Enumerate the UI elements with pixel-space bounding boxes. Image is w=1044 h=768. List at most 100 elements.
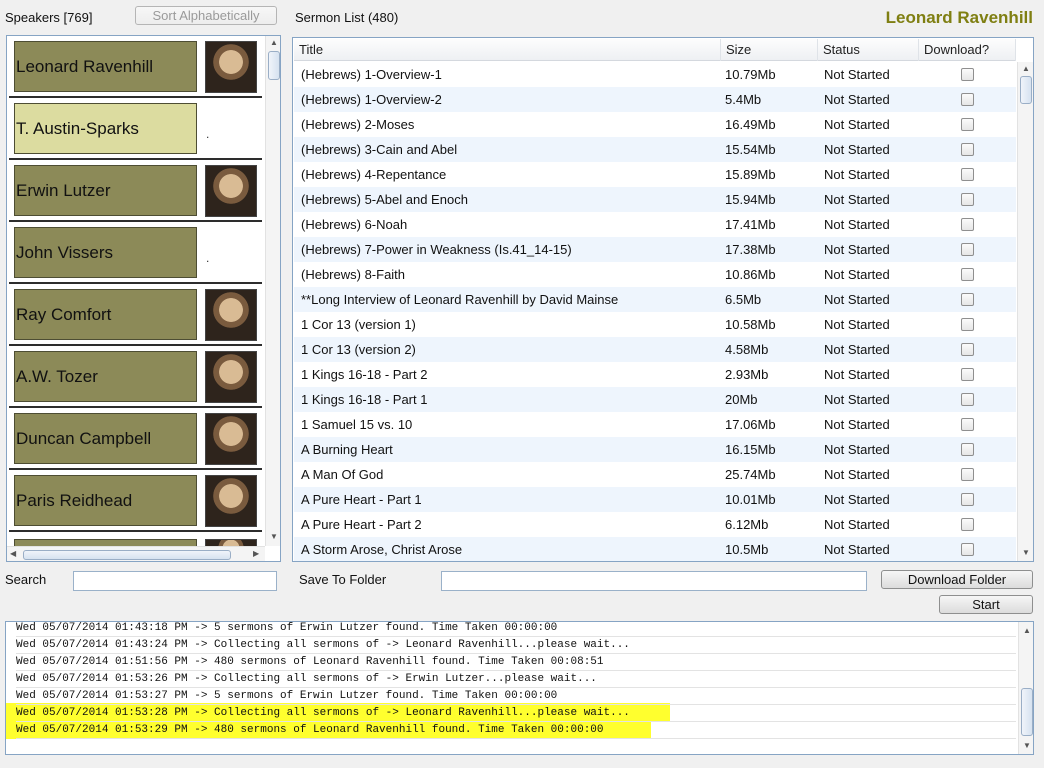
speaker-name: A.W. Tozer [14,351,197,402]
sort-alphabetically-button[interactable]: Sort Alphabetically [135,6,277,25]
scroll-left-arrow-icon[interactable]: ◀ [10,549,16,558]
download-checkbox[interactable] [961,143,974,156]
download-checkbox[interactable] [961,318,974,331]
sermon-size-cell: 10.58Mb [725,317,776,332]
table-row[interactable]: (Hebrews) 4-Repentance 15.89Mb Not Started [294,162,1016,187]
sermon-size-cell: 17.06Mb [725,417,776,432]
sermon-title-cell: A Man Of God [301,467,384,482]
table-row[interactable]: **Long Interview of Leonard Ravenhill by… [294,287,1016,312]
download-folder-button[interactable]: Download Folder [881,570,1033,589]
download-checkbox[interactable] [961,168,974,181]
log-scroll-down-arrow-icon[interactable]: ▼ [1020,741,1033,750]
download-checkbox[interactable] [961,218,974,231]
download-checkbox[interactable] [961,518,974,531]
table-row[interactable]: A Storm Arose, Christ Arose 10.5Mb Not Sta… [294,537,1016,561]
table-header: Title Size Status Download? [294,39,1016,61]
table-row[interactable]: (Hebrews) 3-Cain and Abel 15.54Mb Not Star… [294,137,1016,162]
download-checkbox[interactable] [961,393,974,406]
speaker-name: Leonard Ravenhill [14,41,197,92]
download-checkbox[interactable] [961,243,974,256]
scroll-right-arrow-icon[interactable]: ▶ [253,549,259,558]
download-checkbox[interactable] [961,293,974,306]
sermon-size-cell: 20Mb [725,392,758,407]
speaker-photo [205,289,257,341]
speakers-horizontal-scrollbar[interactable]: ◀ ▶ [7,546,265,561]
table-row[interactable]: (Hebrews) 1-Overview-2 5.4Mb Not Started [294,87,1016,112]
speaker-item[interactable]: John Vissers. [9,222,262,284]
table-row[interactable]: (Hebrews) 7-Power in Weakness (Is.41_14-… [294,237,1016,262]
sermon-size-cell: 17.41Mb [725,217,776,232]
table-row[interactable]: A Pure Heart - Part 2 6.12Mb Not Started [294,512,1016,537]
log-line: Wed 05/07/2014 01:43:24 PM -> Collecting… [16,637,1016,654]
sermon-size-cell: 16.15Mb [725,442,776,457]
column-header-download[interactable]: Download? [919,39,1016,61]
table-row[interactable]: (Hebrews) 5-Abel and Enoch 15.94Mb Not Sta… [294,187,1016,212]
download-checkbox[interactable] [961,193,974,206]
sermon-status-cell: Not Started [824,542,890,557]
sermon-size-cell: 2.93Mb [725,367,769,382]
download-checkbox[interactable] [961,368,974,381]
table-scroll-up-arrow-icon[interactable]: ▲ [1019,64,1033,73]
download-checkbox[interactable] [961,68,974,81]
column-header-title[interactable]: Title [294,39,721,61]
log-vertical-scrollbar[interactable]: ▲ ▼ [1018,622,1033,754]
sermon-title-cell: (Hebrews) 7-Power in Weakness (Is.41_14-… [301,242,572,257]
column-header-status[interactable]: Status [818,39,919,61]
table-row[interactable]: 1 Kings 16-18 - Part 2 2.93Mb Not Started [294,362,1016,387]
speaker-item[interactable]: Paris Reidhead [9,470,262,532]
speaker-item[interactable]: Ray Comfort [9,284,262,346]
sermon-title-cell: 1 Kings 16-18 - Part 2 [301,367,428,382]
sermon-size-cell: 15.89Mb [725,167,776,182]
search-input[interactable] [73,571,277,591]
start-button[interactable]: Start [939,595,1033,614]
speaker-item[interactable]: A.W. Tozer [9,346,262,408]
speaker-item[interactable]: T. Austin-Sparks. [9,98,262,160]
sermon-status-cell: Not Started [824,342,890,357]
download-checkbox[interactable] [961,443,974,456]
table-row[interactable]: A Burning Heart 16.15Mb Not Started [294,437,1016,462]
table-scroll-down-arrow-icon[interactable]: ▼ [1019,548,1033,557]
table-row[interactable]: A Man Of God 25.74Mb Not Started [294,462,1016,487]
scroll-thumb[interactable] [268,51,280,80]
sermon-status-cell: Not Started [824,242,890,257]
save-to-folder-input[interactable] [441,571,867,591]
download-checkbox[interactable] [961,118,974,131]
download-checkbox[interactable] [961,468,974,481]
download-checkbox[interactable] [961,543,974,556]
speakers-vertical-scrollbar[interactable]: ▲ ▼ [265,36,280,546]
sermon-title-cell: 1 Cor 13 (version 2) [301,342,416,357]
table-row[interactable]: (Hebrews) 8-Faith 10.86Mb Not Started [294,262,1016,287]
table-vertical-scrollbar[interactable]: ▲ ▼ [1017,62,1033,561]
table-row[interactable]: (Hebrews) 1-Overview-1 10.79Mb Not Started [294,62,1016,87]
download-checkbox[interactable] [961,343,974,356]
scroll-up-arrow-icon[interactable]: ▲ [267,38,280,47]
download-checkbox[interactable] [961,93,974,106]
table-row[interactable]: 1 Cor 13 (version 2) 4.58Mb Not Started [294,337,1016,362]
selected-speaker-title: Leonard Ravenhill [885,8,1033,27]
sermon-status-cell: Not Started [824,67,890,82]
log-scroll-up-arrow-icon[interactable]: ▲ [1020,626,1033,635]
scroll-down-arrow-icon[interactable]: ▼ [267,532,280,541]
log-scroll-thumb[interactable] [1021,688,1033,736]
table-row[interactable]: 1 Kings 16-18 - Part 1 20Mb Not Started [294,387,1016,412]
table-row[interactable]: 1 Samuel 15 vs. 10 17.06Mb Not Started [294,412,1016,437]
download-checkbox[interactable] [961,418,974,431]
log-line: Wed 05/07/2014 01:53:27 PM -> 5 sermons … [16,688,1016,705]
speaker-item[interactable]: Duncan Campbell [9,408,262,470]
log-panel: Wed 05/07/2014 01:43:18 PM -> 5 sermons … [5,621,1034,755]
horizontal-scroll-thumb[interactable] [23,550,231,560]
table-row[interactable]: 1 Cor 13 (version 1) 10.58Mb Not Started [294,312,1016,337]
table-row[interactable]: (Hebrews) 6-Noah 17.41Mb Not Started [294,212,1016,237]
column-header-size[interactable]: Size [721,39,818,61]
table-scroll-thumb[interactable] [1020,76,1032,104]
download-checkbox[interactable] [961,268,974,281]
sermon-status-cell: Not Started [824,267,890,282]
table-row[interactable]: (Hebrews) 2-Moses 16.49Mb Not Started [294,112,1016,137]
download-checkbox[interactable] [961,493,974,506]
sermon-size-cell: 5.4Mb [725,92,762,107]
speaker-item[interactable]: Erwin Lutzer [9,160,262,222]
table-row[interactable]: A Pure Heart - Part 1 10.01Mb Not Started [294,487,1016,512]
speaker-photo-placeholder: . [206,251,210,265]
speaker-photo-placeholder: . [206,127,210,141]
speaker-item[interactable]: Leonard Ravenhill [9,36,262,98]
